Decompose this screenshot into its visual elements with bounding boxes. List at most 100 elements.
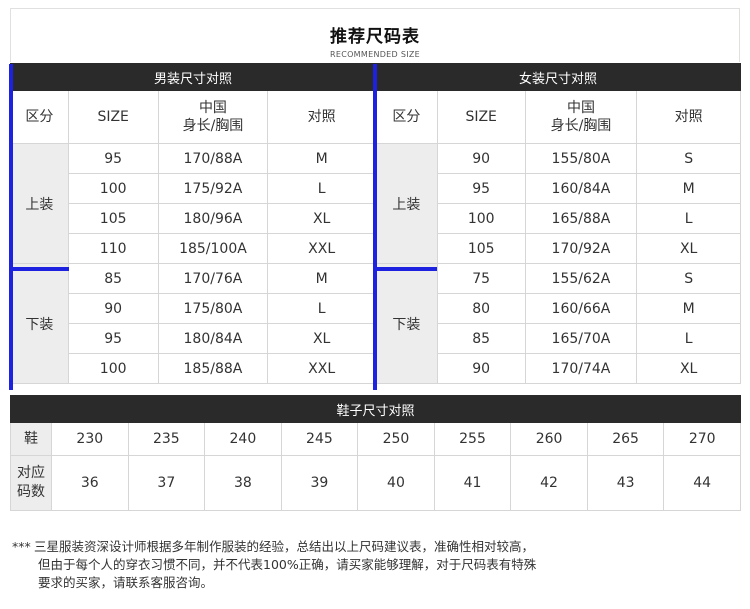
body-chest-cell: 170/92A: [524, 233, 638, 264]
men-table-header: 男装尺寸对照: [10, 63, 376, 91]
shoe-length-cell: 240: [204, 422, 282, 456]
women-rows: 上装 90 155/80A S 95 160/84A M 100 165/88A L 105 170/…: [375, 143, 741, 384]
body-chest-cell: 170/76A: [157, 263, 269, 294]
shoe-size-cell: 41: [433, 455, 512, 511]
compare-cell: L: [636, 323, 741, 354]
body-chest-cell: 175/80A: [157, 293, 269, 324]
body-chest-cell: 160/66A: [524, 293, 638, 324]
shoe-size-cell: 44: [663, 455, 741, 511]
size-cell: 75: [436, 263, 526, 294]
table-row: 上装 95 170/88A M: [10, 143, 376, 264]
compare-cell: XL: [636, 353, 741, 384]
highlight-mid-horizontal: [375, 267, 437, 271]
women-size-table: 女装尺寸对照 区分 SIZE 中国 身长/胸围 对照 上装 90 155/80A S 95…: [375, 63, 741, 384]
note-line-3: 要求的买家，请联系客服咨询。: [38, 575, 214, 590]
compare-cell: XXL: [267, 353, 376, 384]
body-chest-cell: 185/88A: [157, 353, 269, 384]
size-cell: 95: [436, 173, 526, 204]
shoe-length-cell: 250: [357, 422, 435, 456]
size-row-label: 对应 码数: [10, 455, 52, 511]
body-chest-cell: 165/88A: [524, 203, 638, 234]
col-category: 区分: [10, 90, 69, 144]
shoe-size-cell: 37: [127, 455, 206, 511]
col-size: SIZE: [67, 90, 159, 144]
size-cell: 95: [67, 323, 159, 354]
group-label: 下装: [375, 263, 438, 384]
col-china: 中国 身长/胸围: [524, 90, 638, 144]
compare-cell: S: [636, 143, 741, 174]
size-cell: 100: [436, 203, 526, 234]
body-chest-cell: 160/84A: [524, 173, 638, 204]
shoe-length-cell: 260: [510, 422, 588, 456]
size-cell: 90: [436, 143, 526, 174]
group-label: 上装: [375, 143, 438, 264]
shoes-table-header: 鞋子尺寸对照: [10, 395, 741, 423]
size-cell: 80: [436, 293, 526, 324]
size-cell: 95: [67, 143, 159, 174]
shoe-length-cell: 230: [51, 422, 129, 456]
shoe-size-cell: 38: [204, 455, 282, 511]
men-rows: 上装 95 170/88A M 100 175/92A L 105 180/96A XL 110 18…: [10, 143, 376, 384]
body-chest-cell: 170/74A: [524, 353, 638, 384]
size-cell: 105: [67, 203, 159, 234]
compare-cell: S: [636, 263, 741, 294]
table-row: 上装 90 155/80A S: [375, 143, 741, 264]
body-chest-cell: 165/70A: [524, 323, 638, 354]
note-stars: ***: [12, 539, 31, 554]
shoe-size-cell: 40: [357, 455, 435, 511]
compare-cell: M: [636, 173, 741, 204]
shoe-length-cell: 270: [663, 422, 741, 456]
body-chest-cell: 175/92A: [157, 173, 269, 204]
size-cell: 105: [436, 233, 526, 264]
shoe-length-cell: 245: [280, 422, 359, 456]
highlight-mid-vertical: [373, 64, 377, 390]
shoe-size-cell: 39: [280, 455, 359, 511]
shoe-length-cell: 235: [127, 422, 206, 456]
col-size: SIZE: [436, 90, 526, 144]
page-title: 推荐尺码表: [330, 27, 420, 47]
body-chest-cell: 155/80A: [524, 143, 638, 174]
shoe-size-cell: 36: [51, 455, 129, 511]
body-chest-cell: 180/96A: [157, 203, 269, 234]
compare-cell: M: [267, 263, 376, 294]
size-note: *** 三星服装资深设计师根据多年制作服装的经验，总结出以上尺码建议表，准确性相对…: [12, 538, 728, 592]
women-table-header: 女装尺寸对照: [375, 63, 741, 91]
compare-cell: XL: [267, 203, 376, 234]
size-cell: 100: [67, 173, 159, 204]
col-compare: 对照: [267, 90, 376, 144]
col-category: 区分: [375, 90, 438, 144]
compare-cell: L: [267, 173, 376, 204]
shoe-size-table: 鞋子尺寸对照 鞋 230 235 240 245 250 255 260 265 270 对应码…: [10, 395, 741, 511]
page-subtitle: RECOMMENDED SIZE: [329, 50, 421, 59]
shoe-length-cell: 265: [586, 422, 665, 456]
note-line-2: 但由于每个人的穿衣习惯不同，并不代表100%正确，请买家能够理解，对于尺码表有特…: [38, 557, 537, 572]
size-cell: 110: [67, 233, 159, 264]
body-chest-cell: 185/100A: [157, 233, 269, 264]
shoe-size-cell: 42: [510, 455, 588, 511]
group-label: 下装: [10, 263, 69, 384]
compare-cell: M: [636, 293, 741, 324]
compare-cell: XL: [267, 323, 376, 354]
compare-cell: L: [636, 203, 741, 234]
col-china: 中国 身长/胸围: [157, 90, 269, 144]
men-size-table: 男装尺寸对照 区分 SIZE 中国 身长/胸围 对照 上装 95 170/88A M 10…: [10, 63, 376, 384]
highlight-left-horizontal: [9, 267, 69, 271]
size-cell: 90: [67, 293, 159, 324]
size-cell: 90: [436, 353, 526, 384]
size-cell: 85: [436, 323, 526, 354]
compare-cell: L: [267, 293, 376, 324]
size-cell: 100: [67, 353, 159, 384]
title-block: 推荐尺码表 RECOMMENDED SIZE: [10, 8, 740, 62]
body-chest-cell: 155/62A: [524, 263, 638, 294]
body-chest-cell: 180/84A: [157, 323, 269, 354]
body-chest-cell: 170/88A: [157, 143, 269, 174]
group-label: 上装: [10, 143, 69, 264]
highlight-left-vertical: [9, 64, 13, 390]
shoe-row-label: 鞋: [10, 422, 52, 456]
col-compare: 对照: [636, 90, 741, 144]
note-line-1: 三星服装资深设计师根据多年制作服装的经验，总结出以上尺码建议表，准确性相对较高，: [34, 539, 535, 554]
shoe-length-cell: 255: [433, 422, 512, 456]
size-cell: 85: [67, 263, 159, 294]
compare-cell: XXL: [267, 233, 376, 264]
compare-cell: M: [267, 143, 376, 174]
